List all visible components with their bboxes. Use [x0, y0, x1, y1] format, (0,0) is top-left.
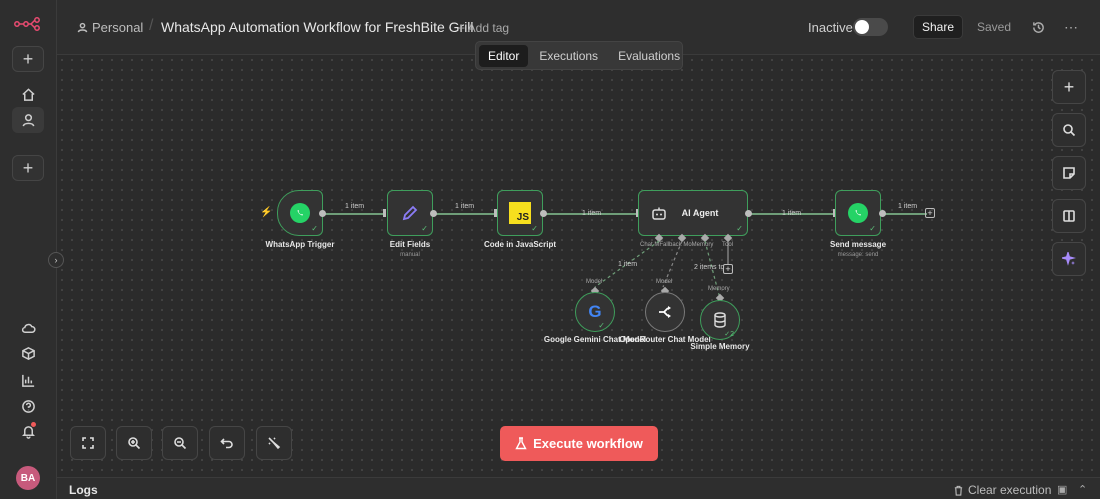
- execute-workflow-label: Execute workflow: [533, 436, 643, 451]
- openrouter-icon: [659, 306, 671, 318]
- user-icon: [77, 22, 88, 33]
- database-icon: [714, 312, 726, 328]
- workflow-canvas[interactable]: ⚡ 1 item 1 item 1 item 1 item 1 item + ✓…: [57, 55, 1100, 477]
- workflow-title[interactable]: WhatsApp Automation Workflow for FreshBi…: [161, 19, 474, 35]
- node-openrouter[interactable]: [645, 292, 685, 332]
- node-google-gemini[interactable]: G ✓: [575, 292, 615, 332]
- breadcrumb-project[interactable]: Personal: [92, 20, 143, 35]
- notifications-icon[interactable]: [12, 418, 44, 444]
- search-icon[interactable]: [1052, 113, 1086, 147]
- templates-icon[interactable]: [12, 340, 44, 366]
- cloud-icon[interactable]: [12, 315, 44, 341]
- zoom-out-icon[interactable]: [162, 426, 198, 460]
- home-icon[interactable]: [12, 81, 44, 107]
- create-button[interactable]: +: [12, 46, 44, 72]
- add-tool-button[interactable]: +: [723, 264, 733, 274]
- tab-executions[interactable]: Executions: [530, 45, 607, 67]
- logs-panel[interactable]: Logs Clear execution ▣ ⌃: [57, 477, 1100, 499]
- collapse-sidebar-button[interactable]: ›: [48, 252, 64, 268]
- execute-workflow-button[interactable]: Execute workflow: [500, 426, 658, 461]
- port-label-model: Model: [586, 279, 603, 285]
- share-button[interactable]: Share: [913, 15, 963, 39]
- personal-icon[interactable]: [12, 107, 44, 133]
- node-label-memory: Simple Memory: [690, 342, 750, 351]
- panel-toggle-icon[interactable]: [1052, 199, 1086, 233]
- pop-out-icon[interactable]: ▣: [1057, 483, 1067, 496]
- help-icon[interactable]: [12, 393, 44, 419]
- view-tabs: Editor Executions Evaluations: [475, 41, 683, 70]
- breadcrumb[interactable]: Personal: [77, 20, 143, 35]
- flask-icon: [515, 437, 527, 450]
- breadcrumb-separator: /: [149, 17, 154, 34]
- left-sidebar: + + BA: [0, 0, 57, 499]
- saved-status: Saved: [977, 20, 1012, 34]
- history-icon[interactable]: [1030, 19, 1046, 35]
- active-toggle[interactable]: [853, 18, 888, 36]
- tab-evaluations[interactable]: Evaluations: [609, 45, 689, 67]
- google-icon: G: [588, 302, 602, 321]
- node-simple-memory[interactable]: ✓2: [700, 300, 740, 340]
- fit-view-icon[interactable]: [70, 426, 106, 460]
- insights-icon[interactable]: [12, 367, 44, 393]
- undo-icon[interactable]: [209, 426, 245, 460]
- edge-label-model: 1 item: [618, 261, 638, 268]
- active-status-label: Inactive: [808, 20, 853, 35]
- trash-icon: [954, 485, 963, 496]
- tidy-up-icon[interactable]: [256, 426, 292, 460]
- zoom-in-icon[interactable]: [116, 426, 152, 460]
- ai-assistant-icon[interactable]: [1052, 242, 1086, 276]
- edge-label-memory: 2 items to: [694, 264, 725, 271]
- logs-title: Logs: [69, 483, 98, 497]
- sub-node-connections: [594, 240, 729, 296]
- clear-execution-button[interactable]: Clear execution: [953, 483, 1051, 497]
- port-label-model: Model: [656, 279, 673, 285]
- add-project-button[interactable]: +: [12, 155, 44, 181]
- execution-count: ✓2: [724, 331, 734, 338]
- n8n-logo[interactable]: [14, 17, 42, 31]
- more-options-icon[interactable]: ⋯: [1063, 19, 1079, 35]
- chevron-up-icon[interactable]: ⌃: [1078, 483, 1087, 496]
- clear-execution-label: Clear execution: [968, 483, 1052, 497]
- port-label-memory: Memory: [708, 286, 730, 292]
- sticky-note-icon[interactable]: [1052, 156, 1086, 190]
- avatar[interactable]: BA: [16, 466, 40, 490]
- tab-editor[interactable]: Editor: [479, 44, 529, 67]
- add-node-button[interactable]: +: [1052, 70, 1086, 104]
- success-check-icon: ✓: [598, 321, 605, 330]
- add-tag-button[interactable]: + Add tag: [458, 21, 509, 35]
